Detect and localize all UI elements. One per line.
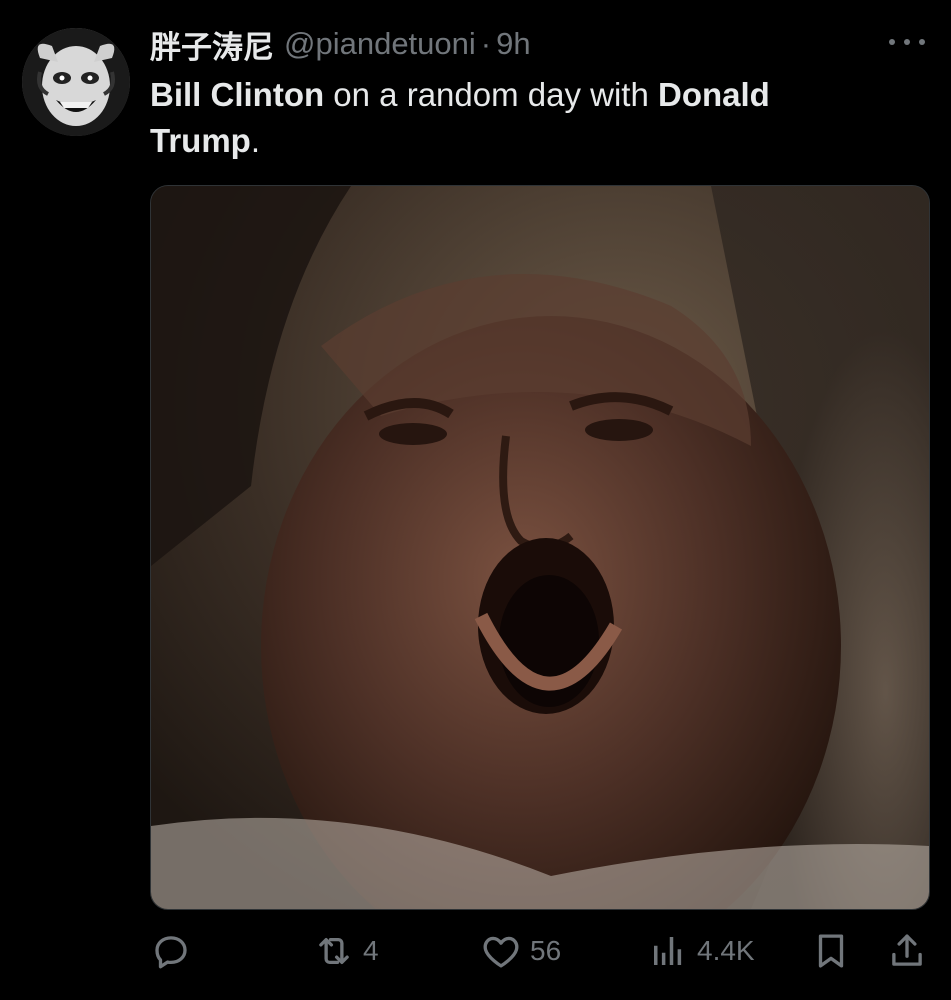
- views-count: 4.4K: [697, 935, 755, 966]
- bookmark-button[interactable]: [810, 926, 852, 976]
- share-button[interactable]: [886, 926, 928, 976]
- tweet-text-segment: .: [250, 122, 261, 159]
- retweet-button[interactable]: 4: [313, 926, 379, 976]
- username-handle[interactable]: @piandetuoni: [284, 26, 476, 62]
- tweet-media-image[interactable]: [150, 185, 930, 910]
- reply-button[interactable]: [150, 926, 200, 976]
- heart-icon: [483, 936, 519, 968]
- display-name[interactable]: 胖子涛尼: [150, 22, 274, 67]
- tweet[interactable]: 胖子涛尼 @piandetuoni · 9h Bill Clinton on a…: [0, 0, 951, 1000]
- photo: [151, 186, 929, 909]
- timestamp[interactable]: 9h: [496, 26, 530, 62]
- action-bar: 4 56 4.4K: [150, 926, 928, 976]
- tweet-text-segment: Bill Clinton: [150, 76, 325, 113]
- views-icon: [654, 937, 682, 965]
- separator-dot: ·: [480, 26, 492, 61]
- bookmark-icon: [818, 934, 844, 968]
- like-count: 56: [530, 935, 562, 966]
- tweet-header: 胖子涛尼 @piandetuoni · 9h: [150, 22, 531, 66]
- retweet-icon: [319, 937, 349, 965]
- retweet-count: 4: [363, 935, 379, 966]
- reply-icon: [155, 936, 187, 969]
- views-button[interactable]: 4.4K: [647, 926, 755, 976]
- tweet-text: Bill Clinton on a random day with Donald…: [150, 72, 870, 164]
- avatar[interactable]: [22, 28, 130, 136]
- avatar-image: [22, 28, 130, 136]
- like-button[interactable]: 56: [480, 926, 561, 976]
- share-icon: [892, 934, 922, 966]
- tweet-text-segment: on a random day with: [324, 76, 658, 113]
- more-options-icon[interactable]: [889, 32, 925, 52]
